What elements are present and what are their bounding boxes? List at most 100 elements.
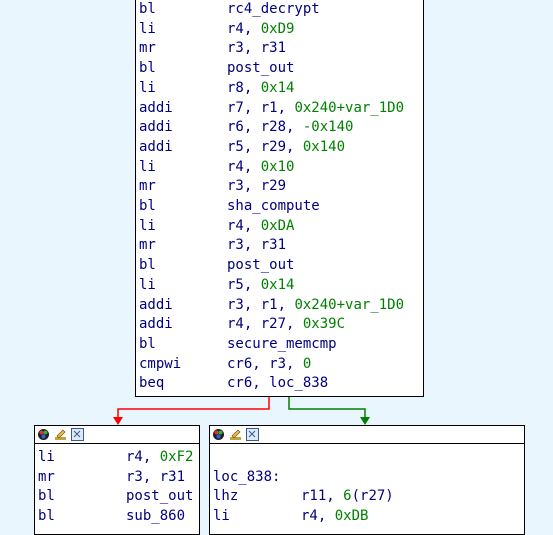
operand-number: 0x10 [260, 158, 295, 175]
instruction-mnemonic: addi [139, 296, 173, 313]
graph-color-icon[interactable] [37, 428, 50, 441]
code-line[interactable]: li r4, 0xF2 [38, 448, 199, 468]
code-line[interactable]: mr r3, r31 [139, 39, 423, 59]
instruction-mnemonic: addi [139, 119, 173, 136]
code-line[interactable]: bl sha_compute [139, 197, 423, 217]
code-line[interactable]: bl rc4_decrypt [139, 0, 423, 20]
operand-register: r4, [301, 508, 335, 525]
operand-register: (r27) [351, 488, 394, 505]
code-label[interactable]: loc_838: [213, 468, 280, 488]
instruction-operands: post_out [126, 487, 193, 507]
operand-register: r3, r31 [126, 468, 186, 485]
instruction-operands: r3, r31 [126, 468, 185, 488]
basic-block-false-branch[interactable]: li r4, 0xF2 mr r3, r31 bl post_out bl sub_860 [34, 425, 200, 535]
code-line[interactable]: addi r6, r28, -0x140 [139, 118, 423, 138]
operand-number: 0xF2 [159, 449, 194, 465]
code-line[interactable]: li r8, 0x14 [139, 79, 423, 99]
operand-reference[interactable]: sha_compute [227, 198, 320, 214]
instruction-operands: rc4_decrypt [227, 0, 320, 20]
instruction-mnemonic: li [139, 20, 156, 37]
instruction-operands: r3, r31 [227, 39, 286, 59]
instruction-mnemonic: bl [139, 60, 156, 77]
false-branch-edge[interactable] [117, 396, 270, 417]
operand-register: r3, r31 [227, 40, 287, 57]
instruction-operands: r7, r1, 0x240+var_1D0 [227, 99, 404, 119]
instruction-mnemonic: li [139, 217, 156, 234]
basic-block-loc-838[interactable]: loc_838: lhz r11, 6(r27) li r4, 0xDB [209, 425, 525, 535]
instruction-operands: r4, 0xF2 [126, 448, 193, 468]
instruction-mnemonic: li [213, 508, 230, 525]
operand-register: r4, [227, 20, 261, 37]
instruction-operands: r3, r1, 0x240+var_1D0 [227, 296, 404, 316]
code-line[interactable]: bl post_out [139, 59, 423, 79]
code-line[interactable]: mr r3, r29 [139, 177, 423, 197]
code-line[interactable]: cmpwi cr6, r3, 0 [139, 355, 423, 375]
code-line[interactable]: bl post_out [139, 256, 423, 276]
code-line[interactable]: li r4, 0x10 [139, 158, 423, 178]
rename-pencil-icon[interactable] [54, 428, 67, 441]
graph-color-icon[interactable] [212, 428, 225, 441]
operand-reference[interactable]: post_out [126, 488, 193, 504]
operand-reference[interactable]: post_out [227, 60, 294, 76]
rename-pencil-icon[interactable] [229, 428, 242, 441]
collapse-node-icon[interactable] [246, 428, 259, 441]
instruction-operands: r4, 0x10 [227, 158, 294, 178]
code-line[interactable]: mr r3, r31 [38, 468, 199, 488]
code-line[interactable]: mr r3, r31 [139, 236, 423, 256]
code-line[interactable]: addi r4, r27, 0x39C [139, 315, 423, 335]
code-line[interactable]: li r4, 0xD9 [139, 20, 423, 40]
true-branch-edge[interactable] [288, 396, 366, 417]
operand-register: r5, r29, [227, 138, 303, 155]
code-line[interactable]: addi r3, r1, 0x240+var_1D0 [139, 296, 423, 316]
operand-reference[interactable]: cr6, loc_838 [227, 375, 328, 391]
code-line[interactable]: addi r7, r1, 0x240+var_1D0 [139, 99, 423, 119]
instruction-operands: r5, 0x14 [227, 276, 294, 296]
operand-number: 6 [343, 488, 352, 505]
code-line[interactable]: li r4, 0xDA [139, 217, 423, 237]
instruction-mnemonic: bl [139, 1, 156, 17]
instruction-operands: r4, 0xD9 [227, 20, 294, 40]
instruction-mnemonic: cmpwi [139, 355, 182, 372]
operand-number: 0x14 [260, 276, 295, 293]
true-branch-arrowhead [360, 417, 370, 425]
operand-number: 0xDB [334, 508, 369, 525]
node-titlebar [210, 426, 524, 444]
code-line[interactable]: lhz r11, 6(r27) [213, 487, 524, 507]
instruction-mnemonic: bl [139, 198, 156, 214]
instruction-operands: r4, r27, 0x39C [227, 315, 345, 335]
operand-reference[interactable]: post_out [227, 257, 294, 273]
code-line[interactable]: bl sub_860 [38, 507, 199, 527]
code-line[interactable]: li r4, 0xDB [213, 507, 524, 527]
code-line[interactable]: bl post_out [38, 487, 199, 507]
code-line[interactable]: li r5, 0x14 [139, 276, 423, 296]
instruction-mnemonic: li [139, 276, 156, 293]
operand-number: 0x240+var_1D0 [294, 99, 405, 116]
operand-reference[interactable]: secure_memcmp [227, 336, 337, 352]
operand-number: 0 [302, 355, 312, 372]
instruction-operands: sha_compute [227, 197, 320, 217]
instruction-operands: r4, 0xDB [301, 507, 368, 527]
instruction-mnemonic: lhz [213, 488, 239, 505]
code-line[interactable]: bl secure_memcmp [139, 335, 423, 355]
operand-number: 0x39C [302, 316, 346, 333]
instruction-mnemonic: mr [38, 468, 55, 485]
instruction-operands: secure_memcmp [227, 335, 337, 355]
instruction-operands: r3, r31 [227, 236, 286, 256]
code-line[interactable]: beq cr6, loc_838 [139, 374, 423, 394]
operand-register: r4, [227, 217, 261, 234]
collapse-node-icon[interactable] [71, 428, 84, 441]
operand-reference[interactable]: rc4_decrypt [227, 1, 320, 17]
instruction-operands: r3, r29 [227, 177, 286, 197]
operand-reference[interactable]: sub_860 [126, 508, 185, 524]
operand-register: r5, [227, 276, 261, 293]
right-block-code: loc_838: lhz r11, 6(r27) li r4, 0xDB [213, 448, 394, 524]
instruction-mnemonic: bl [38, 488, 55, 505]
instruction-mnemonic: bl [139, 335, 156, 352]
operand-number: -0x140 [302, 119, 354, 136]
code-line[interactable]: addi r5, r29, 0x140 [139, 138, 423, 158]
node-titlebar [35, 426, 199, 444]
operand-number: 0x240+var_1D0 [294, 296, 405, 313]
instruction-mnemonic: beq [139, 375, 165, 392]
instruction-mnemonic: bl [139, 257, 156, 274]
basic-block-top[interactable]: bl rc4_decrypt li r4, 0xD9 mr r3, r31 bl post_o… [135, 0, 424, 397]
